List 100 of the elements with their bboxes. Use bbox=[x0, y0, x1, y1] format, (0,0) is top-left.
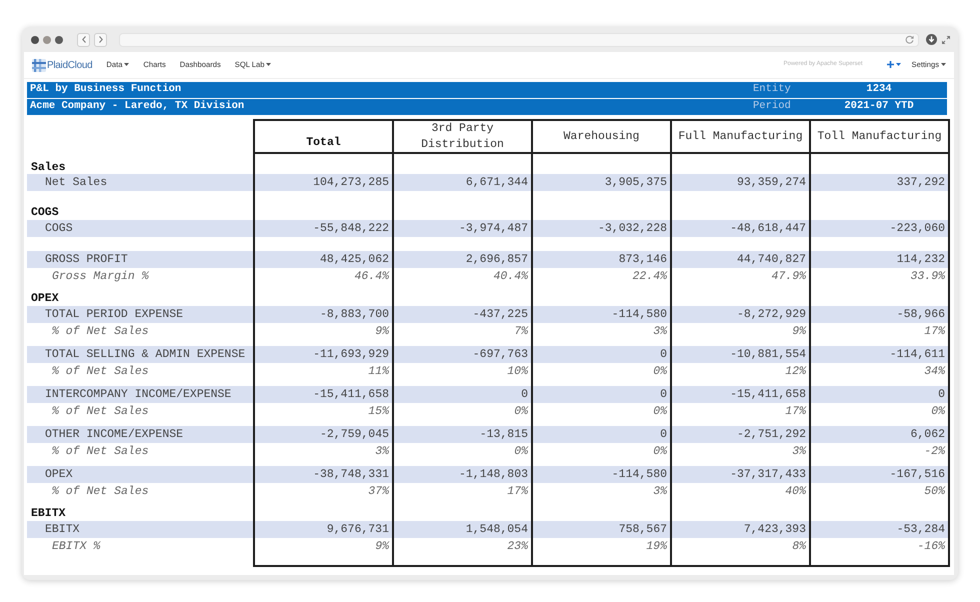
value-cell: -37,317,433 bbox=[671, 466, 810, 484]
column-header: Warehousing bbox=[532, 120, 671, 154]
logo-icon[interactable] bbox=[32, 58, 46, 72]
value-cell: 1,548,054 bbox=[393, 521, 532, 538]
value-cell: -38,748,331 bbox=[254, 466, 393, 484]
column-header: Total bbox=[254, 120, 393, 154]
report-title: P&L by Business Function bbox=[30, 82, 182, 98]
value-cell: -8,883,700 bbox=[254, 306, 393, 324]
filter-value: 1234 bbox=[865, 82, 893, 98]
ratio-cell: 8% bbox=[671, 538, 810, 562]
back-button[interactable] bbox=[77, 32, 90, 46]
value-cell: -10,881,554 bbox=[671, 346, 810, 364]
section-label: OPEX bbox=[27, 291, 254, 306]
value-cell: -3,032,228 bbox=[532, 220, 671, 238]
value-cell: 48,425,062 bbox=[254, 251, 393, 268]
ratio-cell: 23% bbox=[393, 538, 532, 562]
column-header: Full Manufacturing bbox=[671, 120, 810, 154]
value-cell: 6,671,344 bbox=[393, 174, 532, 192]
value-cell: -15,411,658 bbox=[671, 386, 810, 404]
value-cell: -697,763 bbox=[393, 346, 532, 364]
value-cell: -8,272,929 bbox=[671, 306, 810, 324]
value-cell: 104,273,285 bbox=[254, 174, 393, 192]
value-cell: 337,292 bbox=[810, 174, 949, 192]
filter-label: Entity bbox=[753, 82, 792, 98]
value-cell: 44,740,827 bbox=[671, 251, 810, 268]
traffic-light-icon[interactable] bbox=[55, 36, 63, 44]
value-cell: -13,815 bbox=[393, 426, 532, 444]
row-label: EBITX bbox=[27, 521, 254, 538]
ratio-label: % of Net Sales bbox=[27, 483, 254, 506]
value-cell: -114,580 bbox=[532, 466, 671, 484]
ratio-cell: 50% bbox=[810, 483, 949, 506]
value-cell: -2,759,045 bbox=[254, 426, 393, 444]
chevron-right-icon bbox=[98, 36, 102, 43]
row-label: OTHER INCOME/EXPENSE bbox=[27, 426, 254, 444]
chevron-left-icon bbox=[82, 36, 86, 43]
ratio-cell: 17% bbox=[393, 483, 532, 506]
row-label: INTERCOMPANY INCOME/EXPENSE bbox=[27, 386, 254, 404]
value-cell: -1,148,803 bbox=[393, 466, 532, 484]
expand-icon[interactable] bbox=[942, 36, 950, 44]
download-icon[interactable] bbox=[926, 34, 937, 45]
value-cell: 7,423,393 bbox=[671, 521, 810, 538]
ratio-cell: 40% bbox=[671, 483, 810, 506]
ratio-label: % of Net Sales bbox=[27, 443, 254, 466]
value-cell: 0 bbox=[532, 386, 671, 404]
value-cell: 114,232 bbox=[810, 251, 949, 268]
value-cell: -48,618,447 bbox=[671, 220, 810, 238]
value-cell: -11,693,929 bbox=[254, 346, 393, 364]
row-label: OPEX bbox=[27, 466, 254, 484]
value-cell: -167,516 bbox=[810, 466, 949, 484]
report-subtitle: Acme Company - Laredo, TX Division bbox=[30, 99, 246, 114]
value-cell: 93,359,274 bbox=[671, 174, 810, 192]
filter-value: 2021-07 YTD bbox=[843, 99, 915, 114]
value-cell: 0 bbox=[532, 346, 671, 364]
value-cell: 0 bbox=[810, 386, 949, 404]
value-cell: -15,411,658 bbox=[254, 386, 393, 404]
value-cell: -3,974,487 bbox=[393, 220, 532, 238]
ratio-cell: 33.9% bbox=[810, 268, 949, 292]
section-label: Sales bbox=[27, 153, 254, 174]
value-cell: -223,060 bbox=[810, 220, 949, 238]
ratio-label: % of Net Sales bbox=[27, 323, 254, 346]
value-cell: -437,225 bbox=[393, 306, 532, 324]
value-cell: -55,848,222 bbox=[254, 220, 393, 238]
traffic-light-icon[interactable] bbox=[31, 36, 39, 44]
row-label: TOTAL PERIOD EXPENSE bbox=[27, 306, 254, 324]
value-cell: -53,284 bbox=[810, 521, 949, 538]
add-menu[interactable] bbox=[886, 61, 901, 68]
column-header: Toll Manufacturing bbox=[810, 120, 949, 154]
column-header: 3rd Party Distribution bbox=[393, 120, 532, 154]
reload-icon[interactable] bbox=[905, 35, 914, 44]
section-label: EBITX bbox=[27, 506, 254, 522]
ratio-cell: 19% bbox=[532, 538, 671, 562]
row-label: COGS bbox=[27, 220, 254, 238]
value-cell: 0 bbox=[393, 386, 532, 404]
value-cell: 3,905,375 bbox=[532, 174, 671, 192]
ratio-cell: -16% bbox=[810, 538, 949, 562]
ratio-cell: 37% bbox=[254, 483, 393, 506]
forward-button[interactable] bbox=[94, 32, 107, 46]
value-cell: 2,696,857 bbox=[393, 251, 532, 268]
ratio-cell: 46.4% bbox=[254, 268, 393, 292]
value-cell: -114,580 bbox=[532, 306, 671, 324]
ratio-cell: 3% bbox=[532, 483, 671, 506]
ratio-label: Gross Margin % bbox=[27, 268, 254, 292]
value-cell: -114,611 bbox=[810, 346, 949, 364]
ratio-cell: 40.4% bbox=[393, 268, 532, 292]
ratio-label: % of Net Sales bbox=[27, 363, 254, 386]
value-cell: 873,146 bbox=[532, 251, 671, 268]
value-cell: 758,567 bbox=[532, 521, 671, 538]
value-cell: 9,676,731 bbox=[254, 521, 393, 538]
value-cell: -58,966 bbox=[810, 306, 949, 324]
address-field[interactable] bbox=[119, 32, 919, 46]
ratio-cell: 9% bbox=[254, 538, 393, 562]
row-label: Net Sales bbox=[27, 174, 254, 192]
ratio-cell: 22.4% bbox=[532, 268, 671, 292]
ratio-label: % of Net Sales bbox=[27, 403, 254, 426]
plus-icon bbox=[886, 61, 894, 68]
value-cell: 0 bbox=[532, 426, 671, 444]
row-label: TOTAL SELLING & ADMIN EXPENSE bbox=[27, 346, 254, 364]
ratio-label: EBITX % bbox=[27, 538, 254, 562]
brand-name[interactable]: PlaidCloud bbox=[47, 58, 92, 72]
ratio-cell: 47.9% bbox=[671, 268, 810, 292]
